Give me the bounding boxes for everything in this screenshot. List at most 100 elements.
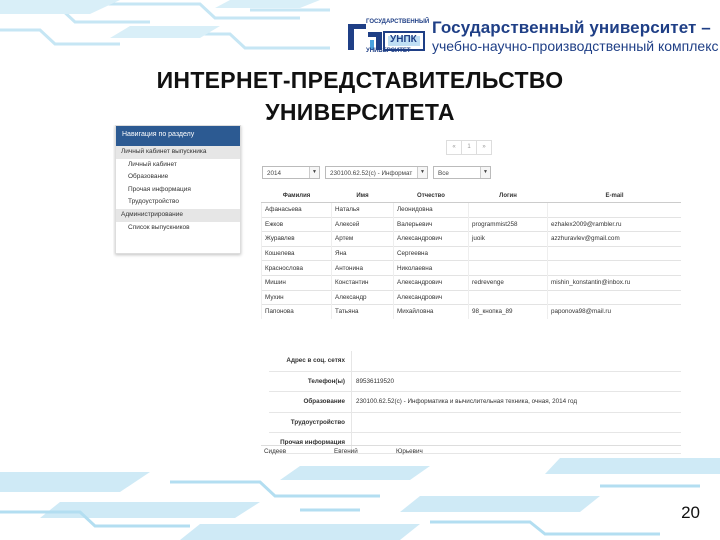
cell-name: Яна: [331, 245, 394, 261]
cell-name: Александр: [331, 289, 394, 305]
slide-title-line2: УНИВЕРСИТЕТА: [265, 99, 455, 125]
logo-subtitle: учебно-научно-производственный комплекс: [432, 38, 719, 54]
graduates-table: Фамилия Имя Отчество Логин E-mail Афанас…: [261, 189, 681, 319]
cell-login: 98_кнопка_89: [468, 304, 548, 319]
cell-login: juoik: [468, 231, 548, 247]
column-header-patronymic[interactable]: Отчество: [393, 189, 469, 203]
sidebar-item-administration[interactable]: Администрирование: [116, 208, 240, 222]
filter-bar: 2014 ▼ 230100.62.52(с) - Информат ▼ Все …: [262, 166, 496, 179]
detail-value: 89536119520: [356, 377, 395, 385]
cell-surname: Папонова: [261, 304, 332, 319]
page-number: 20: [681, 503, 700, 522]
status-select-value: Все: [438, 170, 449, 177]
year-select-value: 2014: [267, 170, 282, 177]
pagination: « 1 »: [446, 140, 492, 155]
table-row-selected[interactable]: Папонова Татьяна Михайловна 98_кнопка_89…: [261, 304, 681, 319]
detail-row-social: Адрес в соц. сетях: [269, 351, 681, 372]
cell-surname: Кошелева: [261, 245, 332, 261]
cell-login: [468, 202, 548, 218]
university-logo: ГОСУДАРСТВЕННЫЙ УНПК УНИВЕРСИТЕТ Государ…: [346, 18, 719, 58]
table-row[interactable]: Кошелева Яна Сергеевна: [261, 245, 681, 261]
sidebar-item-education[interactable]: Образование: [116, 171, 240, 184]
cell-surname: Журавлев: [261, 231, 332, 247]
cell-surname: Краснослова: [261, 260, 332, 276]
graduate-detail-panel: Адрес в соц. сетях Телефон(ы) 8953611952…: [269, 351, 681, 454]
cell-email: paponova98@mail.ru: [547, 304, 681, 319]
year-select[interactable]: 2014 ▼: [262, 166, 320, 179]
cell-patronymic: Леонидовна: [393, 202, 469, 218]
logo-title: Государственный университет –: [432, 18, 711, 37]
cell-name: Алексей: [331, 216, 394, 232]
column-header-name[interactable]: Имя: [331, 189, 394, 203]
cell-surname: Мишин: [261, 274, 332, 291]
cell-email: [547, 245, 681, 261]
table-row[interactable]: Журавлев Артем Александрович juoik azzhu…: [261, 231, 681, 247]
cell-email: ezhalex2009@rambler.ru: [547, 216, 681, 232]
cell-login: programmist258: [468, 216, 548, 232]
speciality-select-value: 230100.62.52(с) - Информат: [330, 170, 413, 177]
slide-title-line1: ИНТЕРНЕТ-ПРЕДСТАВИТЕЛЬСТВО: [156, 67, 564, 93]
table-row[interactable]: Краснослова Антонина Николаевна: [261, 260, 681, 276]
status-select[interactable]: Все ▼: [433, 166, 491, 179]
cell-patronymic: Сергеевна: [393, 245, 469, 261]
table-row[interactable]: Ежков Алексей Валерьевич programmist258 …: [261, 216, 681, 232]
cell-email: [547, 202, 681, 218]
cell-surname: Мухин: [261, 289, 332, 305]
cell-surname: Ежков: [261, 216, 332, 232]
cell-login: [468, 245, 548, 261]
column-header-login[interactable]: Логин: [468, 189, 548, 203]
cell-login: redrevenge: [468, 274, 548, 291]
footer-decoration: [0, 452, 720, 540]
pager-next-button[interactable]: »: [476, 140, 492, 155]
table-row[interactable]: Мишин Константин Александрович redreveng…: [261, 274, 681, 291]
cell-name: Артем: [331, 231, 394, 247]
column-header-surname[interactable]: Фамилия: [261, 189, 332, 203]
sidebar-item-graduate-cabinet[interactable]: Личный кабинет выпускника: [116, 146, 240, 159]
sidebar-item-employment[interactable]: Трудоустройство: [116, 196, 240, 209]
detail-label: Адрес в соц. сетях: [269, 351, 352, 371]
logo-mark-line2: УНПК: [390, 34, 417, 45]
cell-patronymic: Михайловна: [393, 304, 469, 319]
cell-patronymic: Николаевна: [393, 260, 469, 276]
cell-patronymic: Александрович: [393, 289, 469, 305]
cell-name: Константин: [331, 274, 394, 291]
pager-prev-button[interactable]: «: [446, 140, 462, 155]
cell-name: Антонина: [331, 260, 394, 276]
detail-value: 230100.62.52(с) - Информатика и вычислит…: [356, 398, 578, 405]
sidebar-header: Навигация по разделу: [116, 126, 240, 146]
slide-title: ИНТЕРНЕТ-ПРЕДСТАВИТЕЛЬСТВО УНИВЕРСИТЕТА: [100, 64, 620, 128]
cell-patronymic: Александрович: [393, 231, 469, 247]
cell-login: [468, 260, 548, 276]
cell-name: Татьяна: [331, 304, 394, 319]
sidebar-item-other-info[interactable]: Прочая информация: [116, 184, 240, 197]
cell-email: [547, 260, 681, 276]
detail-value: [352, 351, 356, 371]
chevron-down-icon: ▼: [309, 167, 319, 178]
navigation-sidebar: Навигация по разделу Личный кабинет выпу…: [115, 125, 241, 254]
cell-patronymic: Александрович: [393, 274, 469, 291]
cell-email: [547, 289, 681, 305]
detail-row-phone: Телефон(ы) 89536119520: [269, 371, 681, 392]
cell-surname: Афанасьева: [261, 202, 332, 218]
speciality-select[interactable]: 230100.62.52(с) - Информат ▼: [325, 166, 428, 179]
detail-label: Трудоустройство: [269, 412, 352, 432]
column-header-email[interactable]: E-mail: [547, 189, 681, 203]
cell-patronymic: Валерьевич: [393, 216, 469, 232]
pager-page-1[interactable]: 1: [461, 140, 477, 155]
detail-value: [352, 413, 356, 433]
detail-row-education: Образование 230100.62.52(с) - Информатик…: [269, 392, 681, 413]
chevron-down-icon: ▼: [417, 167, 427, 178]
detail-row-employment: Трудоустройство: [269, 412, 681, 433]
cell-email: mishin_konstantin@inbox.ru: [547, 274, 681, 291]
sidebar-item-personal-cabinet[interactable]: Личный кабинет: [116, 159, 240, 172]
chevron-down-icon: ▼: [480, 167, 490, 178]
table-row[interactable]: Афанасьева Наталья Леонидовна: [261, 202, 681, 218]
cell-email: azzhuravlev@gmail.com: [547, 231, 681, 247]
logo-mark-line1: ГОСУДАРСТВЕННЫЙ: [366, 19, 430, 25]
table-header: Фамилия Имя Отчество Логин E-mail: [261, 189, 681, 203]
sidebar-item-graduates-list[interactable]: Список выпускников: [116, 222, 240, 235]
cell-name: Наталья: [331, 202, 394, 218]
table-row[interactable]: Мухин Александр Александрович: [261, 289, 681, 305]
detail-label: Образование: [269, 392, 352, 412]
logo-mark-line3: УНИВЕРСИТЕТ: [366, 48, 411, 54]
